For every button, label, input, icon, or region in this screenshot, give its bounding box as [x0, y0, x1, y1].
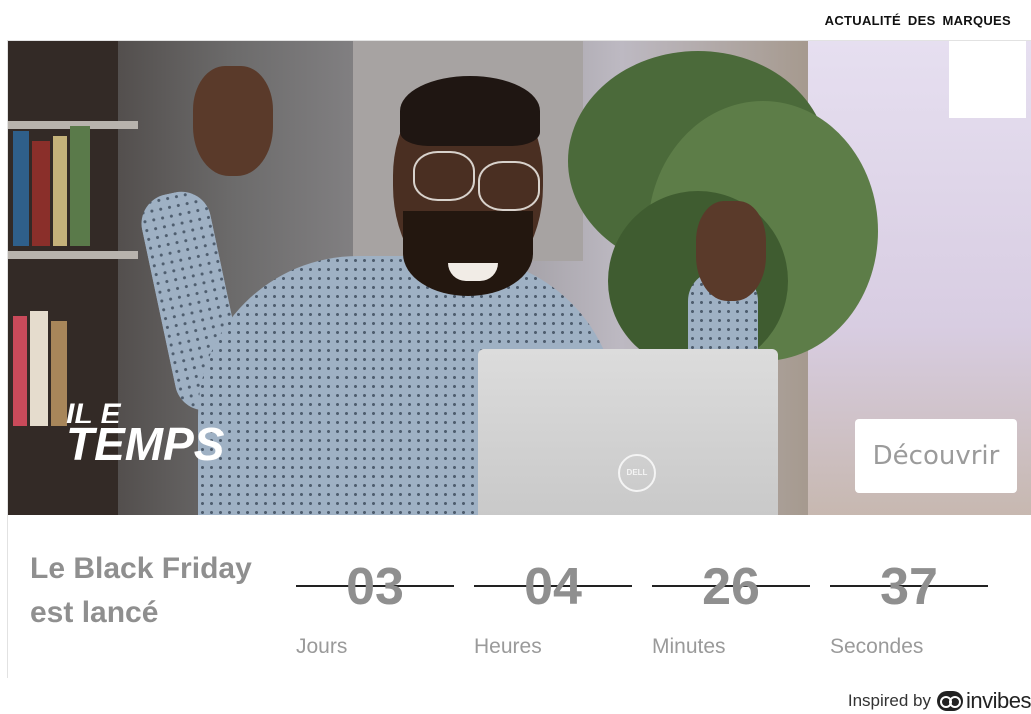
countdown-unit: Heures [474, 635, 542, 658]
inspired-by-footer[interactable]: Inspired by invibes [847, 688, 1031, 714]
countdown-seconds: 37 Secondes [830, 555, 988, 665]
person-hair [400, 76, 540, 146]
inspired-by-label: Inspired by [847, 691, 932, 710]
countdown-value: 26 [702, 558, 760, 616]
brand-news-label[interactable]: ACTUALITÉ DES MARQUES [825, 13, 1011, 28]
ad-container[interactable]: DELL IL E TEMPS Découvrir Le Black Frida… [7, 40, 1031, 678]
glasses-right-lens [478, 161, 540, 211]
book [30, 311, 48, 426]
countdown-hours: 04 Heures [474, 555, 632, 665]
laptop: DELL [478, 349, 778, 515]
book [70, 126, 90, 246]
close-area[interactable] [949, 41, 1026, 118]
countdown-unit: Secondes [830, 635, 924, 658]
ad-headline: Le Black Friday est lancé [30, 552, 252, 629]
countdown-days: 03 Jours [296, 555, 454, 665]
right-hand [696, 201, 766, 301]
invibes-logo[interactable]: invibes [937, 688, 1031, 714]
person-beard [403, 211, 533, 296]
invibes-icon [937, 691, 964, 711]
book [32, 141, 50, 246]
shelf-board [8, 251, 138, 259]
countdown-value: 37 [880, 558, 938, 616]
book [53, 136, 67, 246]
countdown-value: 03 [346, 558, 404, 616]
left-hand [193, 66, 273, 176]
countdown-panel: Le Black Friday est lancé 03 Jours 04 He… [8, 515, 1031, 678]
countdown-value: 04 [524, 558, 582, 616]
top-bar: ACTUALITÉ DES MARQUES [0, 0, 1031, 40]
laptop-logo: DELL [618, 454, 656, 492]
ad-video[interactable]: DELL IL E TEMPS Découvrir [8, 41, 1031, 515]
countdown-unit: Minutes [652, 635, 726, 658]
slogan-line-1: IL E [66, 401, 121, 423]
slogan-line-2: TEMPS [66, 423, 225, 463]
video-slogan: IL E TEMPS [66, 401, 256, 463]
invibes-wordmark: invibes [966, 688, 1031, 713]
book [13, 131, 29, 246]
countdown-minutes: 26 Minutes [652, 555, 810, 665]
countdown-unit: Jours [296, 635, 348, 658]
glasses-left-lens [413, 151, 475, 201]
book [13, 316, 27, 426]
book [51, 321, 67, 426]
discover-button[interactable]: Découvrir [855, 419, 1017, 493]
